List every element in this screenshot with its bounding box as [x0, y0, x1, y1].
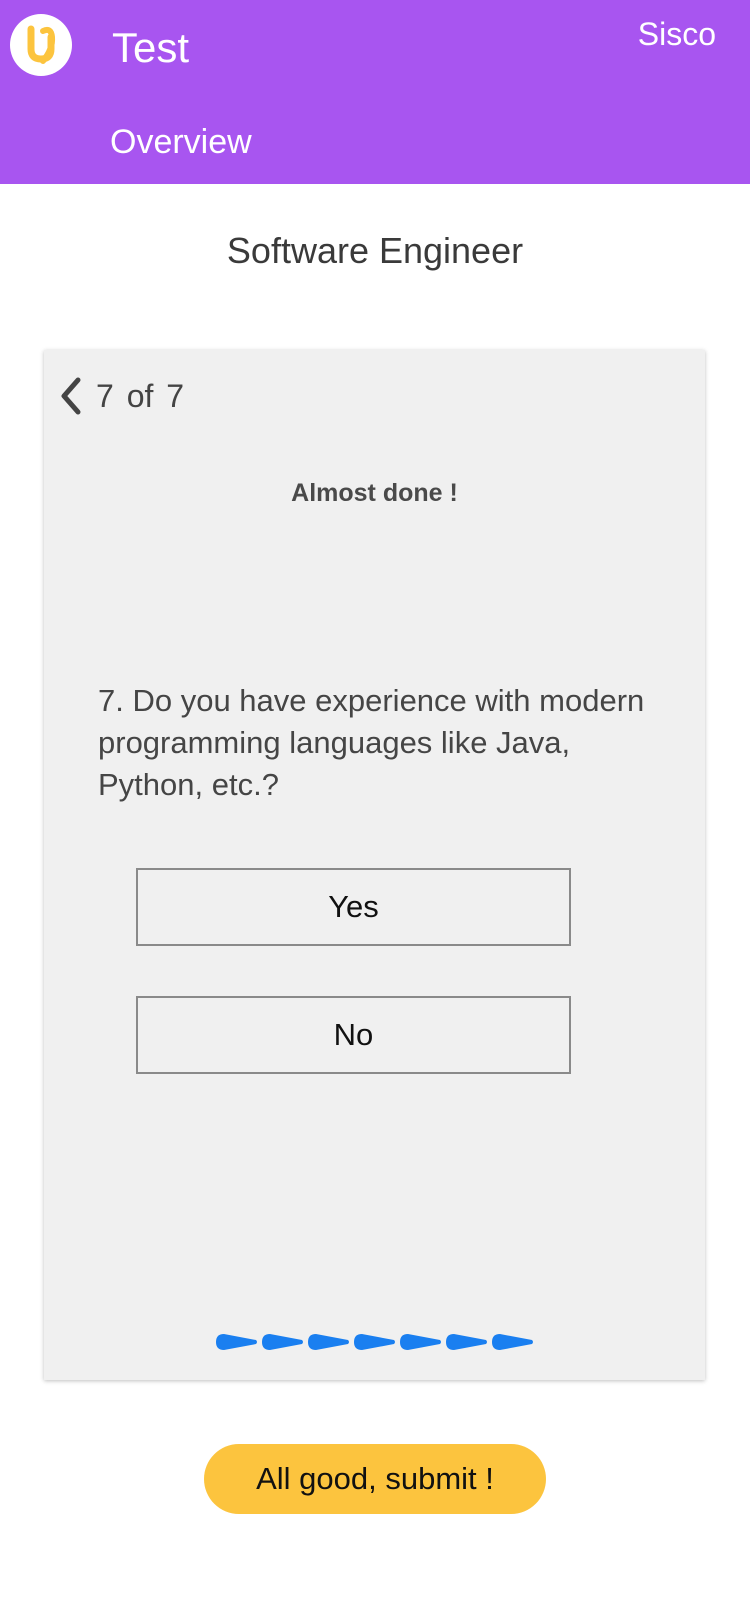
counter-current: 7 — [96, 378, 114, 414]
progress-step — [354, 1334, 395, 1350]
page-title: Software Engineer — [226, 230, 524, 271]
progress-step — [400, 1334, 441, 1350]
progress-step — [262, 1334, 303, 1350]
user-name[interactable]: Sisco — [638, 12, 716, 56]
counter-total: 7 — [166, 378, 185, 414]
app-header: Test Sisco Overview — [0, 0, 750, 184]
app-title: Test — [112, 24, 190, 71]
question-card: 7 of 7 Almost done ! 7. Do you have expe… — [44, 350, 705, 1380]
progress-step — [446, 1334, 487, 1350]
logo-icon — [27, 25, 56, 64]
progress-message: Almost done ! — [291, 479, 458, 507]
answer-yes-button[interactable]: Yes — [136, 868, 571, 946]
chevron-left-icon[interactable] — [56, 376, 86, 416]
question-counter: 7 of 7 — [96, 374, 184, 418]
app-logo — [10, 14, 72, 76]
counter-of: of — [126, 378, 154, 414]
answer-no-button[interactable]: No — [136, 996, 571, 1074]
progress-step — [308, 1334, 349, 1350]
nav-overview-link[interactable]: Overview — [110, 118, 252, 166]
progress-indicator — [214, 1332, 534, 1352]
question-text: 7. Do you have experience with modern pr… — [98, 683, 645, 802]
progress-step — [492, 1334, 533, 1350]
progress-step — [216, 1334, 257, 1350]
submit-button[interactable]: All good, submit ! — [204, 1444, 546, 1514]
